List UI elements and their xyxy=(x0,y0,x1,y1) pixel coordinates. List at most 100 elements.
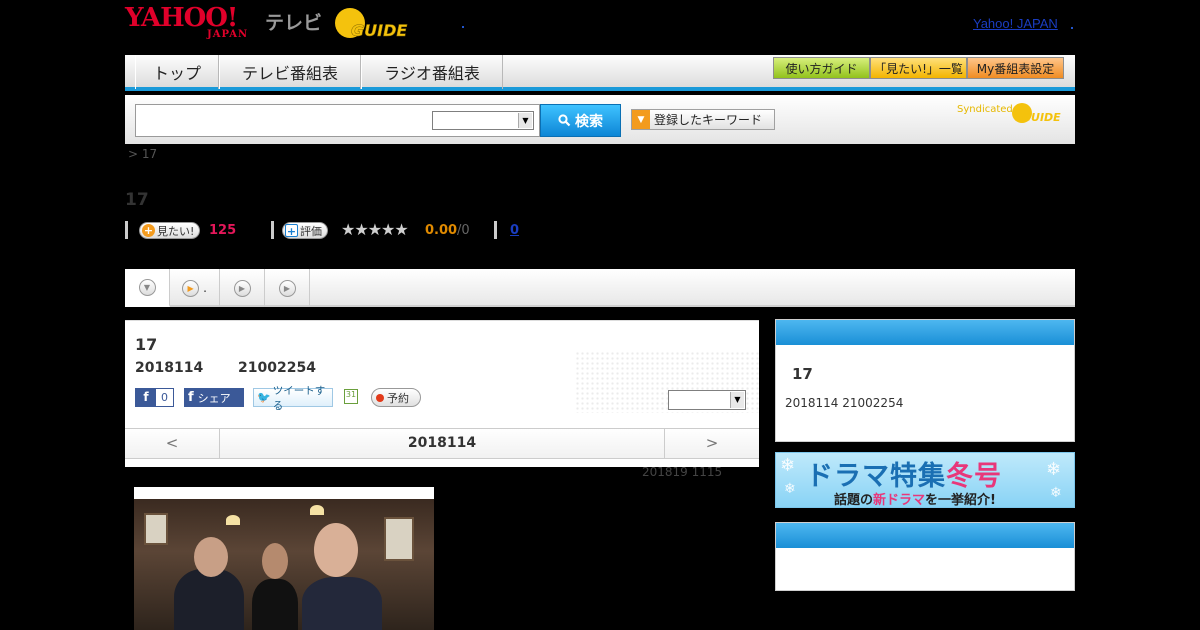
chevron-down-icon: ▼ xyxy=(138,278,156,296)
facebook-share-label: シェア xyxy=(197,391,231,405)
program-title: 17 xyxy=(135,335,158,354)
stats-row: + 見たい! 125 + 評価 ★★★★★ 0.00 /0 0 xyxy=(125,220,625,242)
play-icon: ▶ xyxy=(233,279,251,297)
rating-count: /0 xyxy=(457,223,470,238)
program-date: 2018114 xyxy=(135,360,204,376)
tweet-button[interactable]: 🐦 ツイートする xyxy=(253,385,333,412)
snowflake-icon: ❄ xyxy=(784,481,796,497)
sidebar-program-info: 2018114 21002254 xyxy=(785,396,904,410)
my-schedule-button[interactable]: My番組表設定 xyxy=(967,57,1064,79)
search-icon xyxy=(558,114,571,127)
plus-icon: + xyxy=(142,224,155,237)
photo-frame xyxy=(144,513,168,545)
banner-subline: 話題の新ドラマを一挙紹介! xyxy=(834,489,996,508)
photo-scene xyxy=(134,499,434,630)
facebook-like-button[interactable]: f 0 xyxy=(135,388,174,407)
snowflake-icon: ❄ xyxy=(1050,485,1062,501)
chevron-down-icon: ▼ xyxy=(518,113,532,128)
sidebar-box-2 xyxy=(775,522,1075,591)
banner-headline-a: ドラマ特集 xyxy=(806,461,946,492)
review-count-link[interactable]: 0 xyxy=(510,223,519,238)
photo-lamp xyxy=(310,505,324,515)
facebook-icon: f xyxy=(188,390,194,405)
facebook-share-button[interactable]: f シェア xyxy=(184,388,244,407)
divider xyxy=(271,221,274,239)
facebook-count: 0 xyxy=(156,389,173,406)
syndicated-label: Syndicated xyxy=(957,104,1013,115)
mitai-count: 125 xyxy=(209,223,237,238)
program-panel: 17 2018114 21002254 f 0 f シェア 🐦 ツイートする 3… xyxy=(125,320,759,467)
snowflake-icon: ❄ xyxy=(780,455,796,476)
photo-lamp xyxy=(226,515,240,525)
nav-tab-tv[interactable]: テレビ番組表 xyxy=(219,55,361,89)
updated-timestamp: 201819 1115 xyxy=(642,465,723,479)
logo-sub: JAPAN xyxy=(207,29,249,40)
gguide-logo[interactable]: GUIDE xyxy=(335,8,433,40)
facebook-icon: f xyxy=(136,389,156,406)
tab-2[interactable]: ▶ . xyxy=(170,269,220,307)
sidebar-program-title: 17 xyxy=(792,365,813,383)
calendar-icon[interactable]: 31 xyxy=(344,389,358,404)
drama-special-banner[interactable]: ❄ ❄ ❄ ❄ ドラマ特集冬号 話題の新ドラマを一挙紹介! xyxy=(775,452,1075,508)
tab-3[interactable]: ▶ xyxy=(220,269,265,307)
record-icon xyxy=(376,393,384,402)
twitter-icon: 🐦 xyxy=(257,391,271,404)
sidebar-box-header xyxy=(776,320,1074,345)
program-photo xyxy=(134,487,434,630)
photo-head xyxy=(314,523,358,577)
reserve-button[interactable]: 予約 xyxy=(371,388,421,407)
photo-person xyxy=(302,577,382,630)
rating-score: 0.00 xyxy=(425,223,458,238)
search-button-label: 検索 xyxy=(575,113,603,130)
mitai-list-button[interactable]: 「見たい!」一覧 xyxy=(870,57,967,79)
registered-keyword-button[interactable]: ▼ 登録したキーワード xyxy=(631,109,775,130)
divider-dot xyxy=(462,26,464,28)
pager-date: 2018114 xyxy=(407,435,477,451)
prev-day-button[interactable]: < xyxy=(125,429,220,458)
breadcrumb: > 17 xyxy=(128,147,158,161)
program-select[interactable]: ▼ xyxy=(668,390,746,410)
guide-button[interactable]: 使い方ガイド xyxy=(773,57,870,79)
program-tabs: ▼ ▶ . ▶ ▶ xyxy=(125,269,1075,307)
rating-label: 評価 xyxy=(300,224,322,238)
play-icon: ▶ xyxy=(278,279,296,297)
sidebar-box-header xyxy=(776,523,1074,548)
mitai-label: 見たい! xyxy=(157,224,195,238)
photo-head xyxy=(262,543,288,579)
mitai-button[interactable]: + 見たい! xyxy=(139,222,201,239)
photo-head xyxy=(194,537,228,577)
snowflake-icon: ❄ xyxy=(1046,459,1062,480)
page-title: 17 xyxy=(125,190,149,210)
nav-tab-top[interactable]: トップ xyxy=(135,55,219,89)
reserve-label: 予約 xyxy=(387,391,409,405)
divider-dot xyxy=(1071,27,1073,29)
rating-stars: ★★★★★ xyxy=(341,220,409,239)
banner-sub-a: 話題の xyxy=(834,493,874,508)
tweet-label: ツイートする xyxy=(272,384,326,412)
banner-sub-b: 新ドラマ xyxy=(873,493,926,508)
nav-tab-radio[interactable]: ラジオ番組表 xyxy=(361,55,503,89)
banner-sub-c: を一挙紹介! xyxy=(925,493,996,508)
tab-4[interactable]: ▶ xyxy=(265,269,310,307)
search-category-select[interactable]: ▼ xyxy=(432,111,534,130)
banner-headline: ドラマ特集冬号 xyxy=(806,454,1002,493)
photo-person xyxy=(174,569,244,630)
plus-icon: + xyxy=(285,224,298,238)
tv-label: テレビ xyxy=(265,12,323,34)
program-time: 21002254 xyxy=(238,360,316,376)
chevron-down-icon: ▼ xyxy=(632,110,650,129)
date-pager: < 2018114 > xyxy=(125,428,759,459)
photo-frame xyxy=(384,517,414,561)
tab-details[interactable]: ▼ xyxy=(125,269,170,307)
tab-2-label: . xyxy=(203,281,207,295)
divider xyxy=(125,221,128,239)
yahoo-logo[interactable]: YAHOO! JAPAN xyxy=(125,5,249,40)
next-day-button[interactable]: > xyxy=(664,429,759,458)
play-icon: ▶ xyxy=(182,279,200,297)
divider xyxy=(494,221,497,239)
yahoo-japan-link[interactable]: Yahoo! JAPAN xyxy=(973,16,1058,31)
photo-person xyxy=(252,579,298,630)
search-button[interactable]: 検索 xyxy=(540,104,621,137)
rating-button[interactable]: + 評価 xyxy=(282,222,328,239)
sidebar-program-box: 17 2018114 21002254 xyxy=(775,319,1075,442)
